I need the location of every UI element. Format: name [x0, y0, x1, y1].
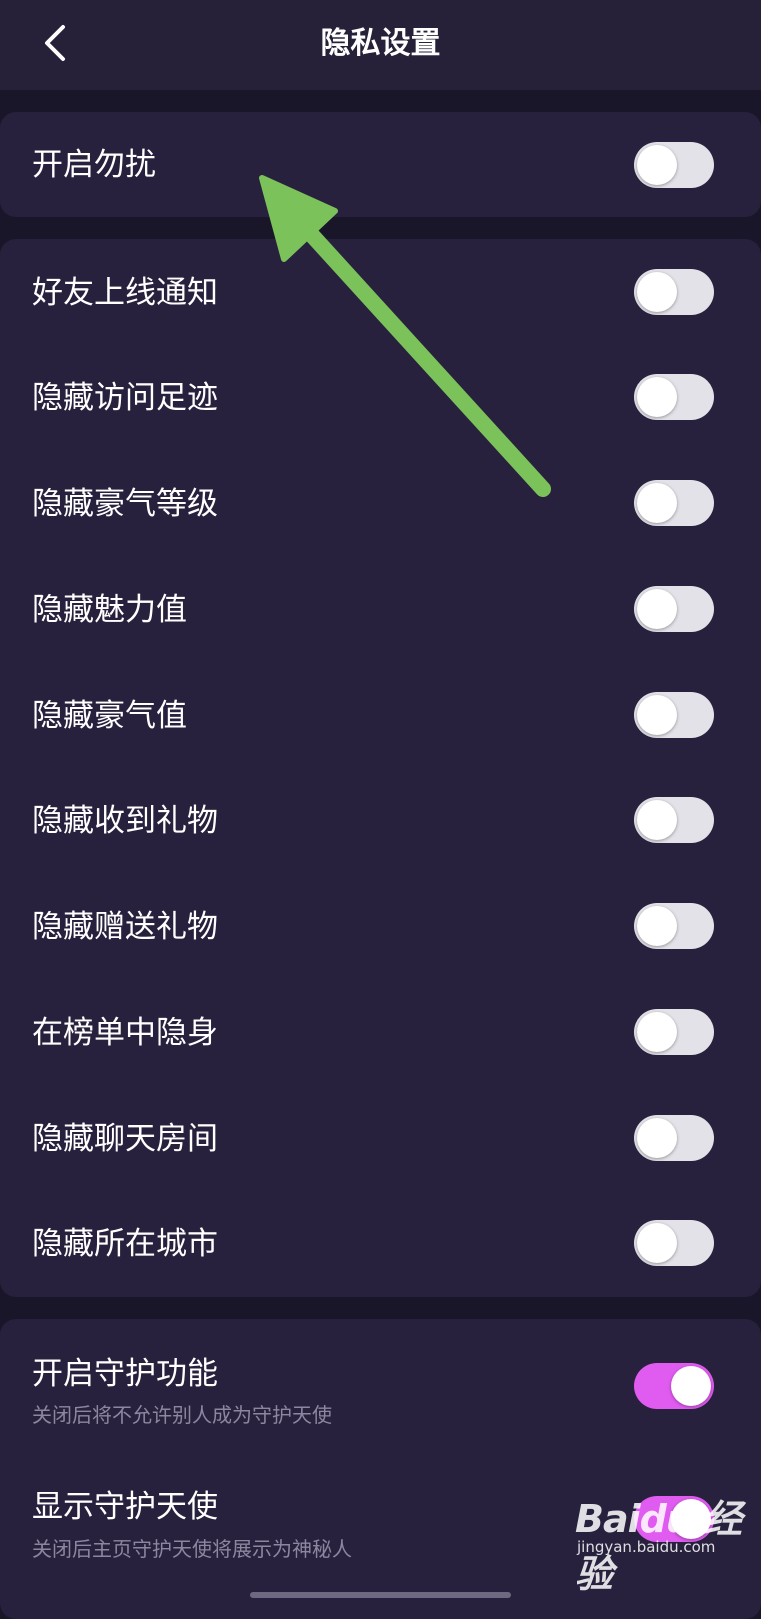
dnd-card: 开启勿扰: [0, 112, 761, 217]
dnd-toggle[interactable]: [634, 142, 714, 188]
privacy-row: 好友上线通知: [0, 239, 761, 345]
dnd-label: 开启勿扰: [32, 147, 156, 183]
privacy-toggle[interactable]: [634, 1220, 714, 1266]
privacy-row-label: 在榜单中隐身: [32, 1015, 218, 1051]
guard-row-subtitle: 关闭后主页守护天使将展示为神秘人: [32, 1537, 352, 1561]
privacy-toggle[interactable]: [634, 692, 714, 738]
privacy-row-label: 隐藏赠送礼物: [32, 909, 218, 945]
dnd-row: 开启勿扰: [0, 112, 761, 218]
privacy-toggle[interactable]: [634, 1115, 714, 1161]
toggle-knob: [637, 272, 677, 312]
guard-row: 开启守护功能 关闭后将不允许别人成为守护天使: [0, 1319, 761, 1449]
privacy-row-label: 隐藏所在城市: [32, 1226, 218, 1262]
privacy-row: 隐藏豪气值: [0, 662, 761, 768]
privacy-toggle[interactable]: [634, 797, 714, 843]
page-title: 隐私设置: [320, 26, 441, 61]
toggle-knob: [637, 1223, 677, 1263]
privacy-row: 隐藏赠送礼物: [0, 873, 761, 979]
toggle-knob: [637, 145, 677, 185]
privacy-row-label: 隐藏豪气值: [32, 698, 187, 734]
toggle-knob: [637, 1118, 677, 1158]
privacy-row: 在榜单中隐身: [0, 979, 761, 1085]
toggle-knob: [637, 906, 677, 946]
privacy-toggle[interactable]: [634, 586, 714, 632]
privacy-row-label: 隐藏魅力值: [32, 592, 187, 628]
privacy-toggle[interactable]: [634, 903, 714, 949]
toggle-knob: [637, 695, 677, 735]
privacy-toggle[interactable]: [634, 374, 714, 420]
privacy-row: 隐藏收到礼物: [0, 767, 761, 873]
toggle-knob: [637, 800, 677, 840]
privacy-row-label: 隐藏聊天房间: [32, 1121, 218, 1157]
toggle-knob: [637, 483, 677, 523]
guard-row-label: 显示守护天使: [32, 1489, 218, 1525]
home-indicator[interactable]: [250, 1592, 511, 1598]
privacy-row-label: 好友上线通知: [32, 275, 218, 311]
privacy-toggle[interactable]: [634, 480, 714, 526]
nav-bar: 隐私设置: [0, 0, 761, 90]
privacy-row: 隐藏聊天房间: [0, 1085, 761, 1191]
privacy-toggle[interactable]: [634, 269, 714, 315]
toggle-knob: [671, 1366, 711, 1406]
privacy-row-label: 隐藏收到礼物: [32, 803, 218, 839]
guard-row-label: 开启守护功能: [32, 1356, 218, 1392]
privacy-row: 隐藏访问足迹: [0, 344, 761, 450]
toggle-knob: [637, 1012, 677, 1052]
privacy-card: 好友上线通知 隐藏访问足迹 隐藏豪气等级 隐藏魅力值 隐藏豪气值 隐藏收到礼物 …: [0, 239, 761, 1297]
baidu-watermark: Baidu 经验 jingyan.baidu.com: [575, 1488, 745, 1596]
privacy-row-label: 隐藏访问足迹: [32, 380, 218, 416]
watermark-url: jingyan.baidu.com: [577, 1538, 716, 1556]
toggle-knob: [637, 589, 677, 629]
guard-toggle[interactable]: [634, 1363, 714, 1409]
guard-row-subtitle: 关闭后将不允许别人成为守护天使: [32, 1403, 332, 1427]
privacy-row: 隐藏豪气等级: [0, 450, 761, 556]
privacy-toggle[interactable]: [634, 1009, 714, 1055]
privacy-row: 隐藏魅力值: [0, 556, 761, 662]
privacy-row: 隐藏所在城市: [0, 1190, 761, 1296]
privacy-row-label: 隐藏豪气等级: [32, 486, 218, 522]
toggle-knob: [637, 377, 677, 417]
